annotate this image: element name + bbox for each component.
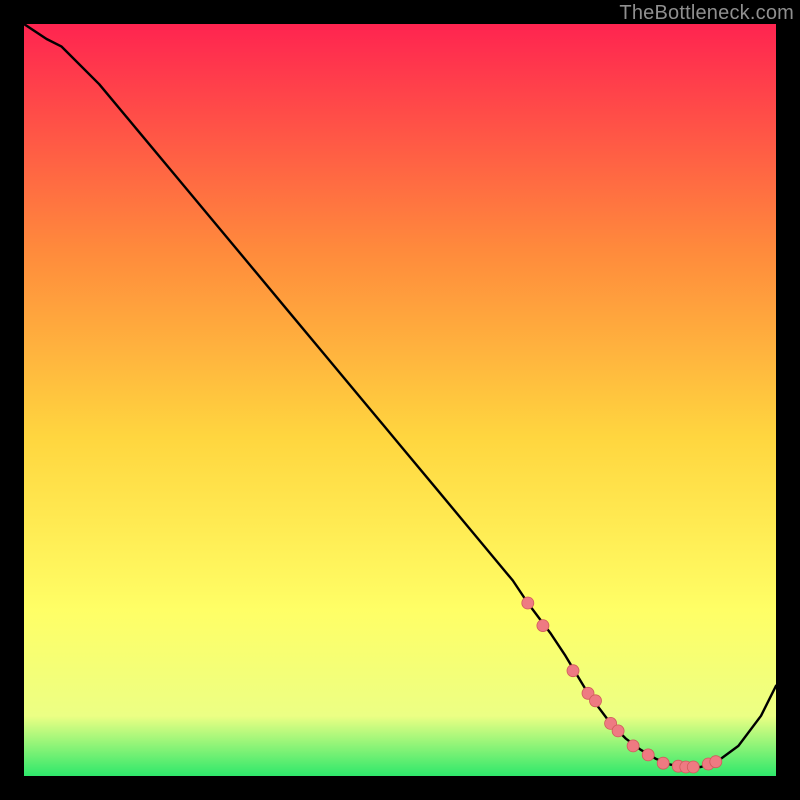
marker-dot — [537, 620, 549, 632]
marker-dot — [657, 757, 669, 769]
marker-dot — [627, 740, 639, 752]
plot-area — [24, 24, 776, 776]
marker-dot — [710, 756, 722, 768]
marker-dot — [522, 597, 534, 609]
chart-stage: TheBottleneck.com — [0, 0, 800, 800]
gradient-background — [24, 24, 776, 776]
plot-svg — [24, 24, 776, 776]
marker-dot — [612, 725, 624, 737]
watermark-text: TheBottleneck.com — [619, 2, 794, 25]
marker-dot — [567, 665, 579, 677]
marker-dot — [642, 749, 654, 761]
marker-dot — [590, 695, 602, 707]
marker-dot — [687, 761, 699, 773]
